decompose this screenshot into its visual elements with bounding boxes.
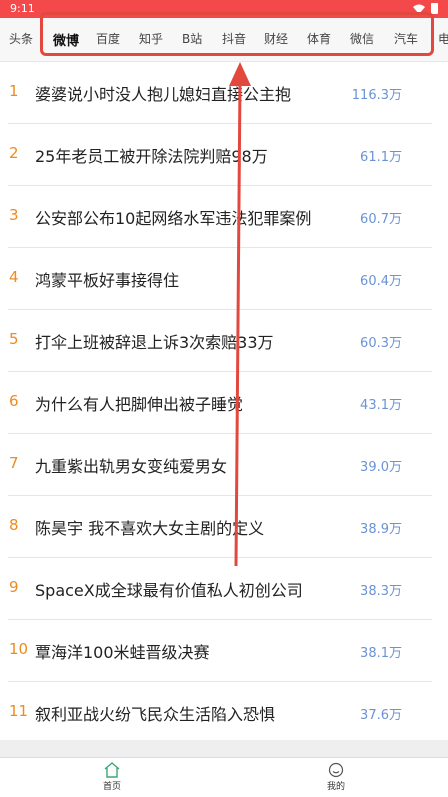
item-title: 覃海洋100米蛙晋级决赛 — [35, 643, 210, 662]
item-title: 为什么有人把脚伸出被子睡觉 — [35, 395, 244, 414]
rank-number: 3 — [9, 206, 19, 224]
status-time: 9:11 — [10, 2, 35, 15]
tabs-highlight-box — [40, 12, 434, 56]
list-item[interactable]: 2 25年老员工被开除法院判赔98万 61.1万 — [0, 124, 448, 186]
rank-number: 8 — [9, 516, 19, 534]
bottom-nav: 首页 我的 — [0, 757, 448, 797]
list-item[interactable]: 7 九重紫出轨男女变纯爱男女 39.0万 — [0, 434, 448, 496]
list-item[interactable]: 9 SpaceX成全球最有价值私人初创公司 38.3万 — [0, 558, 448, 620]
tab-toutiao[interactable]: 头条 — [9, 30, 33, 47]
list-item[interactable]: 5 打伞上班被辞退上诉3次索赔33万 60.3万 — [0, 310, 448, 372]
nav-home-label: 首页 — [102, 782, 121, 792]
rank-number: 4 — [9, 268, 19, 286]
nav-home[interactable]: 首页 — [92, 762, 132, 792]
item-title: 打伞上班被辞退上诉3次索赔33万 — [35, 333, 274, 352]
heat-count: 60.4万 — [360, 274, 402, 289]
item-title: 婆婆说小时没人抱儿媳妇直接公主抱 — [35, 85, 292, 104]
list-footer-band — [0, 740, 448, 757]
item-title: 叙利亚战火纷飞民众生活陷入恐惧 — [35, 705, 276, 724]
rank-number: 5 — [9, 330, 19, 348]
heat-count: 61.1万 — [360, 150, 402, 165]
heat-count: 60.3万 — [360, 336, 402, 351]
rank-number: 6 — [9, 392, 19, 410]
item-title: 鸿蒙平板好事接得住 — [35, 271, 180, 290]
rank-number: 10 — [9, 640, 29, 658]
rank-number: 11 — [9, 702, 29, 720]
list-item[interactable]: 6 为什么有人把脚伸出被子睡觉 43.1万 — [0, 372, 448, 434]
heat-count: 38.1万 — [360, 646, 402, 661]
list-item[interactable]: 1 婆婆说小时没人抱儿媳妇直接公主抱 116.3万 — [0, 62, 448, 124]
list-item[interactable]: 10 覃海洋100米蛙晋级决赛 38.1万 — [0, 620, 448, 682]
item-title: 公安部公布10起网络水军违法犯罪案例 — [35, 209, 312, 228]
item-title: SpaceX成全球最有价值私人初创公司 — [35, 581, 303, 600]
rank-number: 9 — [9, 578, 19, 596]
item-title: 陈昊宇 我不喜欢大女主剧的定义 — [35, 519, 265, 538]
item-title: 九重紫出轨男女变纯爱男女 — [35, 457, 228, 476]
heat-count: 38.9万 — [360, 522, 402, 537]
heat-count: 116.3万 — [351, 88, 402, 103]
tab-partial[interactable]: 电 — [438, 30, 448, 47]
rank-number: 1 — [9, 82, 19, 100]
nav-mine-label: 我的 — [326, 782, 345, 792]
list-item[interactable]: 4 鸿蒙平板好事接得住 60.4万 — [0, 248, 448, 310]
rank-number: 2 — [9, 144, 19, 162]
heat-count: 39.0万 — [360, 460, 402, 475]
list-item[interactable]: 8 陈昊宇 我不喜欢大女主剧的定义 38.9万 — [0, 496, 448, 558]
smiley-icon — [328, 762, 344, 778]
nav-mine[interactable]: 我的 — [316, 762, 356, 792]
home-icon — [104, 762, 120, 778]
heat-count: 43.1万 — [360, 398, 402, 413]
battery-icon — [431, 3, 438, 14]
list-item[interactable]: 11 叙利亚战火纷飞民众生活陷入恐惧 37.6万 — [0, 682, 448, 744]
item-title: 25年老员工被开除法院判赔98万 — [35, 147, 268, 166]
rank-number: 7 — [9, 454, 19, 472]
heat-count: 38.3万 — [360, 584, 402, 599]
heat-count: 60.7万 — [360, 212, 402, 227]
heat-count: 37.6万 — [360, 708, 402, 723]
list-item[interactable]: 3 公安部公布10起网络水军违法犯罪案例 60.7万 — [0, 186, 448, 248]
